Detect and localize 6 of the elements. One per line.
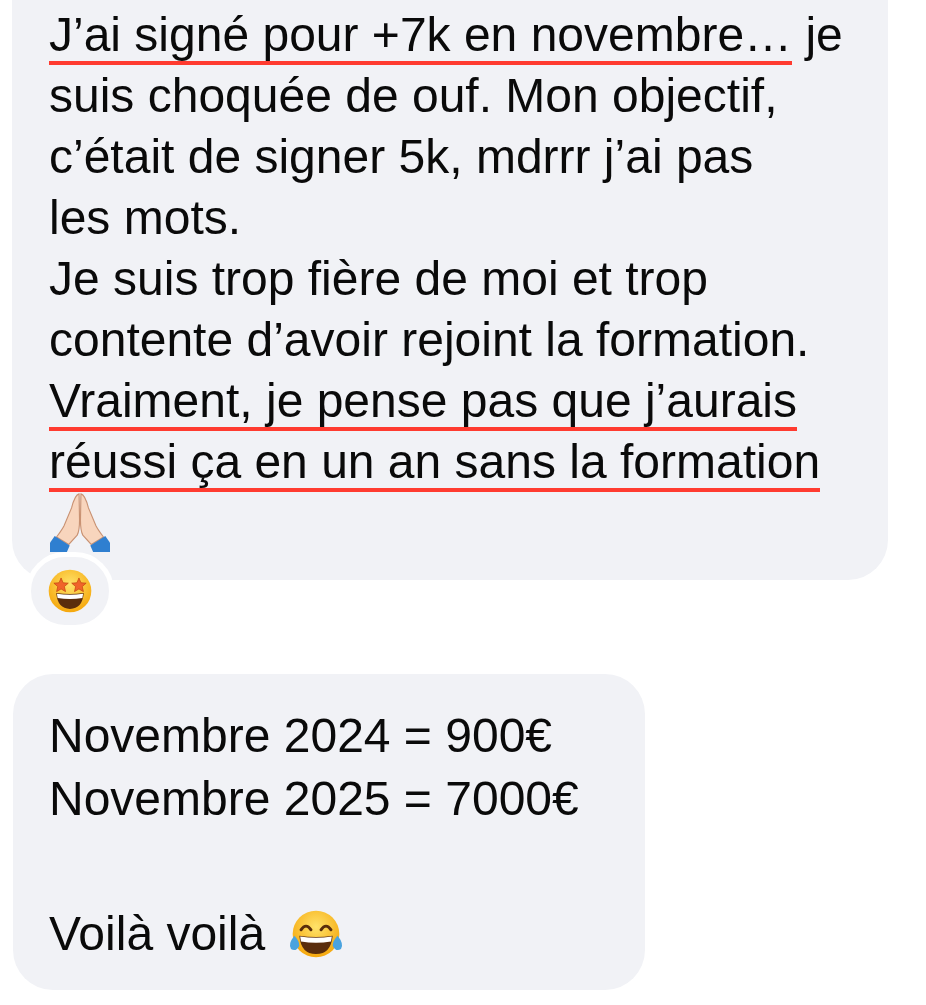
star-eyes-face-icon (48, 569, 92, 613)
message-text: Voilà voilà (49, 906, 266, 962)
message-text: Novembre 2024 = 900€ Novembre 2025 = 7000€ (49, 708, 580, 827)
message-text: J’ai signé pour +7k en novembre… je suis choquée de ouf. Mon objectif, c’était de signer 5k, mdrrr j’ai pas les mots. (49, 7, 844, 246)
praying-hands-icon (49, 492, 111, 552)
message-text: Je suis trop fière de moi et trop contente d’avoir rejoint la formation. Vraiment, je pense pas que j’aurais réussi ça en un an sans la formation (49, 248, 868, 492)
